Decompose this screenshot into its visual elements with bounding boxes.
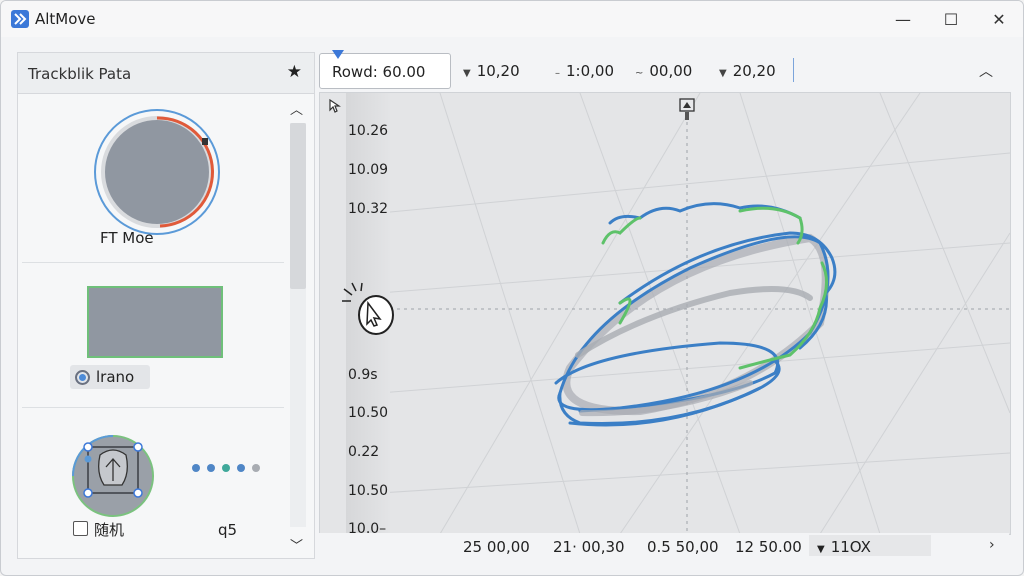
- scroll-thumb[interactable]: [290, 123, 306, 289]
- toolbar-value: 1:0,00: [566, 62, 614, 80]
- radio-icon[interactable]: [75, 370, 90, 385]
- bottom-coordinate-bar: 25 00,00 21· 00,30 0.5 50,00 12 50.00 ▼ 1…: [319, 533, 1009, 559]
- random-checkbox[interactable]: [73, 521, 88, 536]
- value-toolbar: Rowd: 60.00 ▼ 10,20 –1:0,00 ~00,00 ▼ 20,20…: [319, 50, 1009, 92]
- scroll-down-icon[interactable]: ﹀: [290, 535, 303, 554]
- toolbar-dropdown-2[interactable]: –1:0,00: [555, 62, 614, 80]
- trackball-widget[interactable]: [70, 433, 156, 519]
- toolbar-separator: [793, 58, 794, 82]
- star-icon[interactable]: ★: [287, 62, 302, 82]
- tilde-icon: ~: [635, 68, 644, 79]
- app-window: AltMove — ☐ ✕ Trackblik Pata ★ ︿ ﹀ FT Mo…: [0, 0, 1024, 576]
- toolbar-dropdown-1[interactable]: ▼ 10,20: [463, 62, 520, 80]
- scroll-up-icon[interactable]: ︿: [290, 99, 303, 118]
- close-button[interactable]: ✕: [984, 7, 1014, 31]
- coord-readout: 12 50.00: [735, 538, 802, 556]
- trackball-dial[interactable]: [90, 105, 224, 239]
- page-dot[interactable]: [207, 464, 215, 472]
- panel-title: Trackblik Pata: [28, 65, 132, 83]
- zoom-dropdown-value: ▼ 11OX: [817, 538, 871, 556]
- dial-label: FT Moe: [100, 229, 154, 247]
- section-divider: [22, 407, 284, 408]
- round-input-value: Rowd: 60.00: [332, 63, 426, 81]
- motion-viewport[interactable]: 10.26 10.09 10.32 0.9s 10.50 0.22 10.50 …: [319, 92, 1011, 535]
- pagination-dots: [192, 464, 260, 472]
- random-label: 随机: [94, 521, 125, 539]
- section-divider: [22, 262, 284, 263]
- page-dot[interactable]: [237, 464, 245, 472]
- mode-chip[interactable]: lrano: [70, 365, 150, 389]
- trackball-panel: Trackblik Pata ★ ︿ ﹀ FT Moe lrano 随机 q5: [17, 52, 315, 559]
- coord-readout: 0.5 50,00: [647, 538, 719, 556]
- caret-down-icon: ▼: [463, 68, 471, 79]
- coord-readout: 21· 00,30: [553, 538, 625, 556]
- page-dot[interactable]: [222, 464, 230, 472]
- chip-label: lrano: [96, 368, 135, 386]
- toolbar-dropdown-3[interactable]: ~00,00: [635, 62, 692, 80]
- page-dot[interactable]: [192, 464, 200, 472]
- collapse-up-icon[interactable]: ︿: [979, 61, 993, 81]
- motion-trail: [554, 202, 837, 427]
- window-title: AltMove: [35, 10, 96, 28]
- marker-icon: [332, 50, 344, 59]
- rectangle-preview[interactable]: [87, 286, 223, 358]
- toolbar-dropdown-4[interactable]: ▼ 20,20: [719, 62, 776, 80]
- dash-icon: –: [555, 68, 560, 79]
- toolbar-value: 00,00: [649, 62, 693, 80]
- panel-header: Trackblik Pata ★: [18, 53, 314, 94]
- q-value-label: q5: [218, 521, 238, 539]
- caret-down-icon: ▼: [719, 68, 727, 79]
- coord-readout: 25 00,00: [463, 538, 530, 556]
- app-logo-icon: [11, 10, 29, 28]
- dial-handle-icon[interactable]: [202, 138, 208, 145]
- zoom-value: 11OX: [830, 538, 871, 556]
- page-dot[interactable]: [252, 464, 260, 472]
- maximize-button[interactable]: ☐: [936, 7, 966, 31]
- minimize-button[interactable]: —: [888, 7, 918, 31]
- toolbar-value: 20,20: [732, 62, 776, 80]
- round-input[interactable]: Rowd: 60.00: [319, 50, 451, 89]
- toolbar-value: 10,20: [476, 62, 520, 80]
- title-bar: AltMove — ☐ ✕: [1, 1, 1023, 37]
- chevron-right-icon[interactable]: ›: [989, 537, 995, 553]
- caret-down-icon: ▼: [817, 544, 825, 555]
